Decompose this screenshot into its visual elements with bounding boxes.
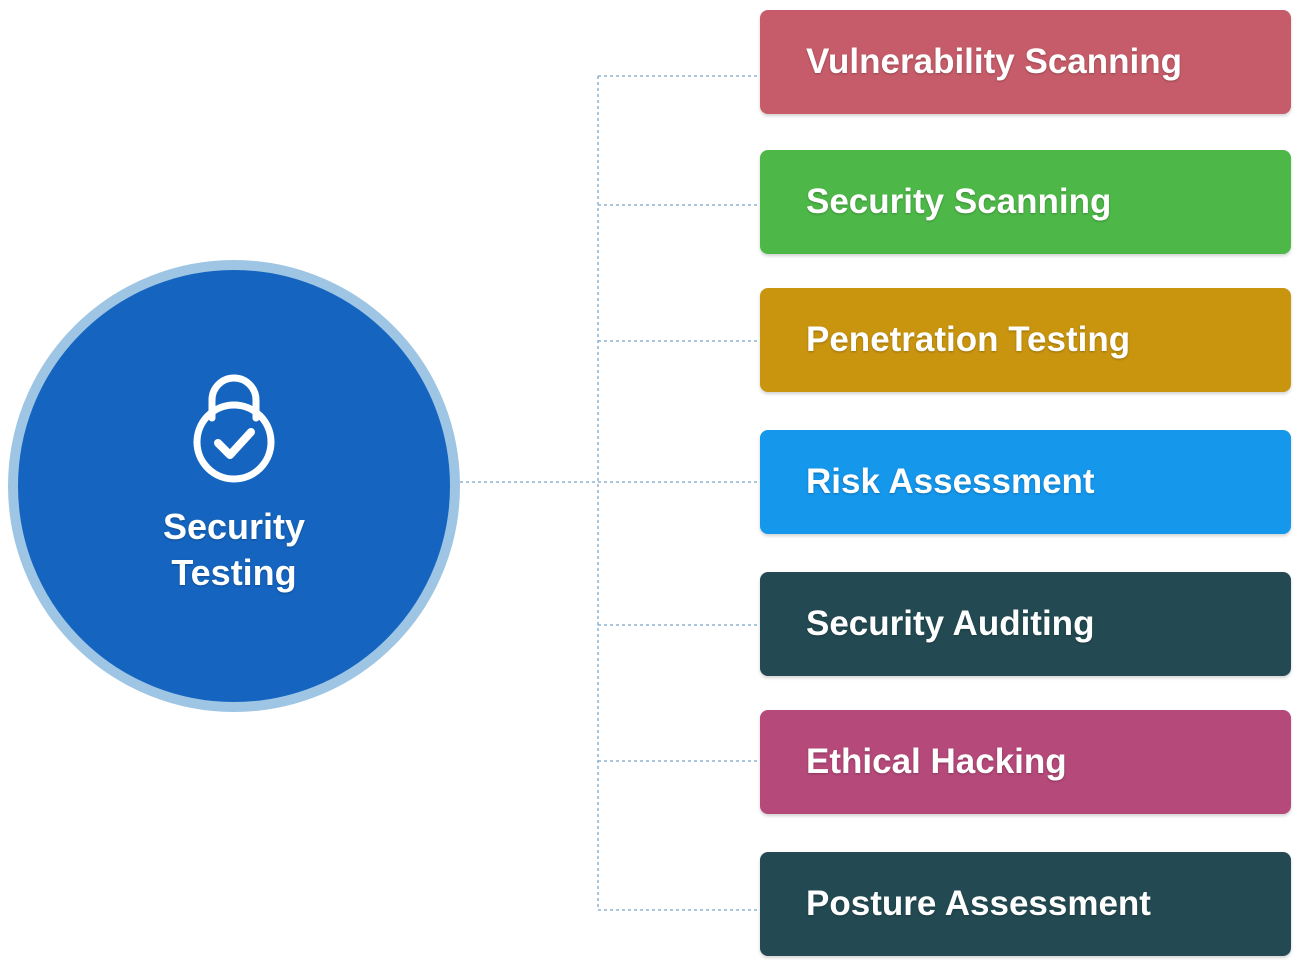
- branch-item-vulnerability-scanning: Vulnerability Scanning: [760, 10, 1291, 114]
- branch-item-ethical-hacking: Ethical Hacking: [760, 710, 1291, 814]
- lock-check-icon: [193, 374, 275, 483]
- hub-title: Security Testing: [162, 506, 306, 593]
- branch-item-risk-assessment: Risk Assessment: [760, 430, 1291, 534]
- branch-item-posture-assessment: Posture Assessment: [760, 852, 1291, 956]
- branch-item-security-auditing: Security Auditing: [760, 572, 1291, 676]
- branch-item-penetration-testing: Penetration Testing: [760, 288, 1291, 392]
- branch-item-security-scanning: Security Scanning: [760, 150, 1291, 254]
- security-testing-hub: Security Testing: [8, 260, 460, 712]
